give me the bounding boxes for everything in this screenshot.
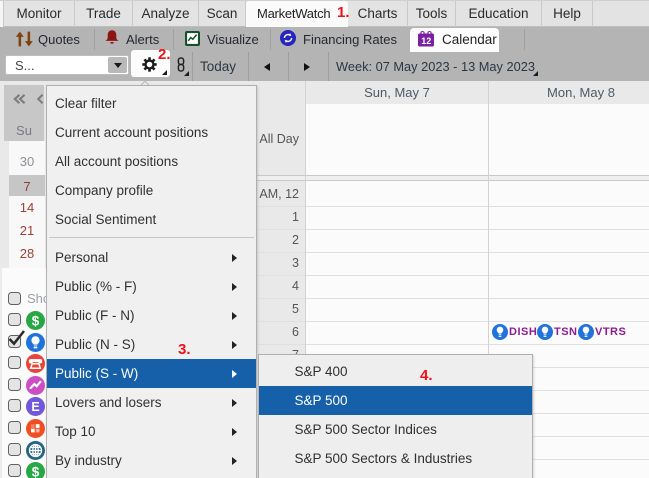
svg-text:$: $ [32, 313, 40, 328]
svg-text:E: E [31, 400, 39, 414]
svg-text:12: 12 [421, 36, 431, 46]
svg-text:$: $ [32, 464, 40, 478]
